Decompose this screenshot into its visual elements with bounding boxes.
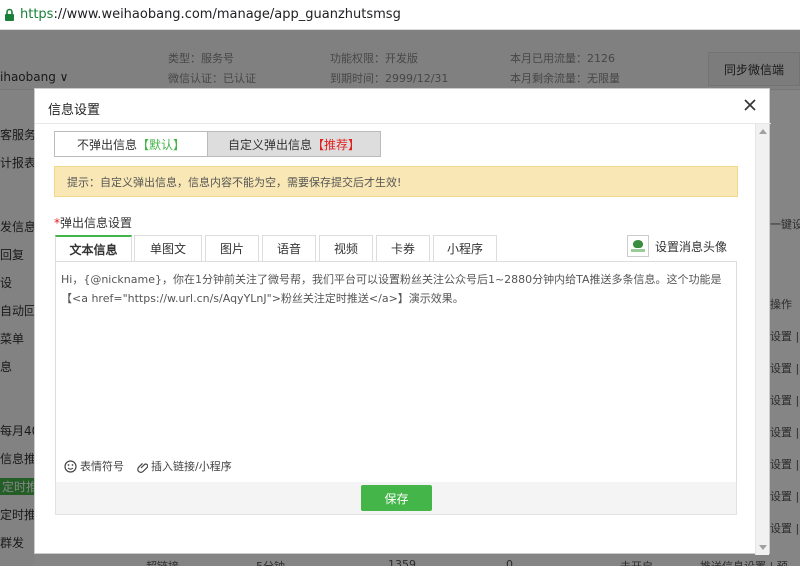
url-scheme: https bbox=[20, 7, 54, 22]
modal-header-divider bbox=[35, 123, 771, 124]
scroll-up-arrow-icon[interactable] bbox=[759, 129, 767, 134]
avatar-icon bbox=[627, 235, 649, 257]
set-avatar-label: 设置消息头像 bbox=[655, 239, 728, 254]
tab-image[interactable]: 图片 bbox=[205, 235, 259, 261]
tab-single-article[interactable]: 单图文 bbox=[134, 235, 202, 261]
save-button[interactable]: 保存 bbox=[361, 485, 432, 511]
emoji-label: 表情符号 bbox=[80, 460, 124, 473]
tab-video[interactable]: 视频 bbox=[319, 235, 373, 261]
editor-content[interactable]: Hi，{@nickname}，你在1分钟前关注了微号帮，我们平台可以设置粉丝关注… bbox=[61, 270, 731, 308]
popup-mode-toggle: 不弹出信息 【默认】 自定义弹出信息 【推荐】 bbox=[54, 131, 382, 157]
insert-link-button[interactable]: 插入链接/小程序 bbox=[136, 458, 232, 474]
tab-coupon[interactable]: 卡券 bbox=[376, 235, 430, 261]
message-settings-modal: 信息设置 不弹出信息 【默认】 自定义弹出信息 【推荐】 提示：自定义弹出信息，信息… bbox=[34, 88, 771, 555]
tab-voice[interactable]: 语音 bbox=[262, 235, 316, 261]
message-type-tabs: 文本信息 单图文 图片 语音 视频 卡券 小程序 bbox=[55, 235, 500, 261]
emoji-button[interactable]: 表情符号 bbox=[64, 458, 124, 474]
modal-title: 信息设置 bbox=[48, 103, 101, 118]
recommend-tag: 【推荐】 bbox=[312, 137, 361, 152]
insert-link-label: 插入链接/小程序 bbox=[151, 460, 232, 473]
browser-url-bar[interactable]: https://www.weihaobang.com/manage/app_gu… bbox=[0, 0, 800, 30]
set-message-avatar-button[interactable]: 设置消息头像 bbox=[627, 235, 727, 257]
message-editor[interactable]: Hi，{@nickname}，你在1分钟前关注了微号帮，我们平台可以设置粉丝关注… bbox=[55, 261, 737, 483]
modal-footer: 保存 bbox=[55, 482, 737, 515]
emoji-icon bbox=[64, 459, 77, 473]
editor-toolbar: 表情符号 插入链接/小程序 bbox=[64, 458, 244, 474]
section-label: *弹出信息设置 bbox=[54, 214, 132, 231]
link-icon bbox=[137, 462, 148, 473]
mode-no-popup-label: 不弹出信息 bbox=[77, 137, 138, 152]
mode-no-popup-button[interactable]: 不弹出信息 【默认】 bbox=[55, 132, 208, 156]
tab-text[interactable]: 文本信息 bbox=[55, 235, 132, 261]
section-label-text: 弹出信息设置 bbox=[60, 216, 133, 230]
modal-scrollbar[interactable] bbox=[755, 124, 769, 555]
close-icon[interactable] bbox=[743, 98, 757, 112]
url-path: ://www.weihaobang.com/manage/app_guanzhu… bbox=[53, 7, 401, 22]
mode-custom-popup-button[interactable]: 自定义弹出信息 【推荐】 bbox=[207, 132, 381, 156]
lock-icon bbox=[4, 8, 16, 22]
tab-mini-program[interactable]: 小程序 bbox=[433, 235, 497, 261]
mode-custom-popup-label: 自定义弹出信息 bbox=[228, 137, 313, 152]
default-tag: 【默认】 bbox=[137, 137, 186, 152]
scroll-down-arrow-icon[interactable] bbox=[759, 545, 767, 550]
notice-banner: 提示：自定义弹出信息，信息内容不能为空，需要保存提交后才生效! bbox=[54, 166, 738, 197]
